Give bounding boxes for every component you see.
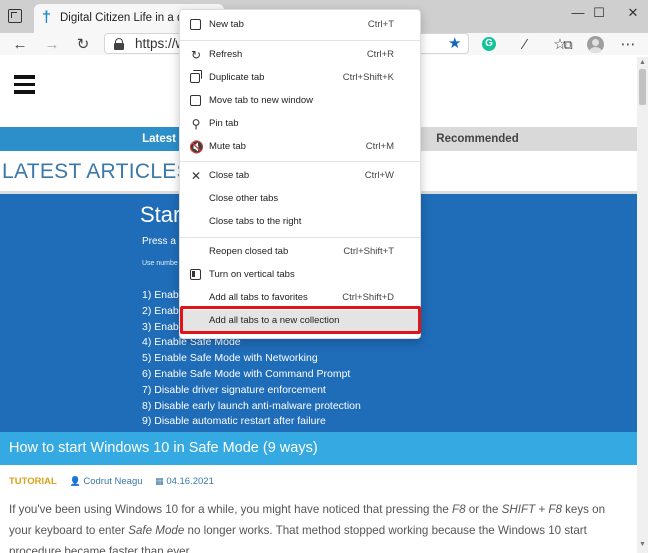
refresh-icon: ↻ [190,48,202,62]
grammarly-extension-icon[interactable]: G [482,37,496,51]
menu-item-move-tab[interactable]: Move tab to new window [180,90,420,112]
menu-item-label: Close tab [209,170,250,181]
vertical-tabs-icon [190,269,201,280]
list-item: 8) Disable early launch anti-malware pro… [142,399,361,412]
page-scrollbar[interactable]: ▲ ▼ [637,57,648,553]
article-meta: TUTORIAL 👤 Codrut Neagu ▦ 04.16.2021 [9,476,214,490]
window-icon [190,95,201,106]
close-icon: ✕ [190,169,202,183]
article-date: 04.16.2021 [166,476,214,487]
menu-item-label: Turn on vertical tabs [209,269,295,280]
duplicate-icon [190,70,202,83]
scroll-down-icon[interactable]: ▼ [639,541,646,548]
menu-item-label: Move tab to new window [209,95,314,106]
menu-item-label: Duplicate tab [209,72,265,83]
back-arrow-icon[interactable]: ← [10,36,30,54]
scroll-up-icon[interactable]: ▲ [639,59,646,66]
more-menu-icon[interactable]: ⋯ [618,36,638,54]
hamburger-menu-icon[interactable] [14,75,35,94]
pin-icon: ⚲ [191,117,201,131]
hero-press-text: Press a n [142,236,185,247]
hero-use-text: Use numbe [142,260,178,267]
menu-item-shortcut: Ctrl+M [365,141,394,152]
menu-separator [180,161,420,162]
menu-item-shortcut: Ctrl+T [367,19,394,30]
mute-icon: 🔇 [189,140,204,154]
menu-separator [180,237,420,238]
calendar-icon: ▦ [155,476,164,486]
list-item: 6) Enable Safe Mode with Command Prompt [142,367,351,380]
new-tab-icon [190,19,201,30]
forward-arrow-icon[interactable]: → [42,36,62,54]
menu-item-label: Add all tabs to favorites [209,292,308,303]
refresh-icon[interactable]: ↻ [73,36,93,54]
menu-item-label: Mute tab [209,141,246,152]
menu-item-pin-tab[interactable]: ⚲ Pin tab [180,113,420,135]
article-tag[interactable]: TUTORIAL [9,476,57,487]
menu-item-vertical-tabs[interactable]: Turn on vertical tabs [180,264,420,286]
scrollbar-thumb[interactable] [639,69,646,105]
menu-item-mute-tab[interactable]: 🔇 Mute tab Ctrl+M [180,136,420,158]
latest-articles-heading: LATEST ARTICLES [2,160,191,183]
user-icon: 👤 [69,476,81,486]
menu-item-label: Close other tabs [209,193,279,204]
menu-item-label: Reopen closed tab [209,246,289,257]
lock-icon[interactable] [114,38,124,50]
hero-title: Star [140,202,181,227]
read-aloud-icon[interactable]: ⁄ [515,36,535,54]
collections-icon[interactable]: ⧉ [558,36,578,54]
url-text: https://w [135,36,186,51]
menu-separator [180,40,420,41]
menu-item-label: Close tabs to the right [209,216,302,227]
highlight-annotation-box [180,306,421,334]
favorite-star-icon[interactable]: ★ [448,34,461,52]
menu-item-reopen-closed-tab[interactable]: Reopen closed tab Ctrl+Shift+T [180,241,420,263]
menu-item-close-other-tabs[interactable]: Close other tabs [180,188,420,210]
menu-item-shortcut: Ctrl+Shift+T [343,246,394,257]
profile-avatar[interactable] [587,36,604,53]
menu-item-label: Refresh [209,49,243,60]
menu-item-duplicate-tab[interactable]: Duplicate tab Ctrl+Shift+K [180,67,420,89]
menu-item-label: New tab [209,19,244,30]
list-item: 5) Enable Safe Mode with Networking [142,352,318,365]
menu-item-close-tabs-right[interactable]: Close tabs to the right [180,211,420,233]
menu-item-shortcut: Ctrl+R [366,49,394,60]
list-item: 7) Disable driver signature enforcement [142,383,326,396]
list-item: 9) Disable automatic restart after failu… [142,415,326,428]
article-title-bar: How to start Windows 10 in Safe Mode (9 … [0,432,637,465]
menu-item-shortcut: Ctrl+Shift+K [342,72,394,83]
close-window-button[interactable]: ✕ [610,0,648,30]
menu-item-refresh[interactable]: ↻ Refresh Ctrl+R [180,44,420,66]
menu-item-new-tab[interactable]: New tab Ctrl+T [180,14,420,36]
site-favicon-icon: † [42,9,51,26]
menu-item-close-tab[interactable]: ✕ Close tab Ctrl+W [180,165,420,187]
article-author[interactable]: Codrut Neagu [83,476,142,487]
tab-actions-icon[interactable] [8,9,22,23]
menu-item-label: Pin tab [209,118,239,129]
tab-context-menu: New tab Ctrl+T ↻ Refresh Ctrl+R Duplicat… [179,9,421,339]
menu-item-shortcut: Ctrl+W [364,170,394,181]
article-title-link[interactable]: How to start Windows 10 in Safe Mode (9 … [9,440,318,456]
menu-item-shortcut: Ctrl+Shift+D [342,292,394,303]
article-excerpt: If you've been using Windows 10 for a wh… [9,503,606,553]
